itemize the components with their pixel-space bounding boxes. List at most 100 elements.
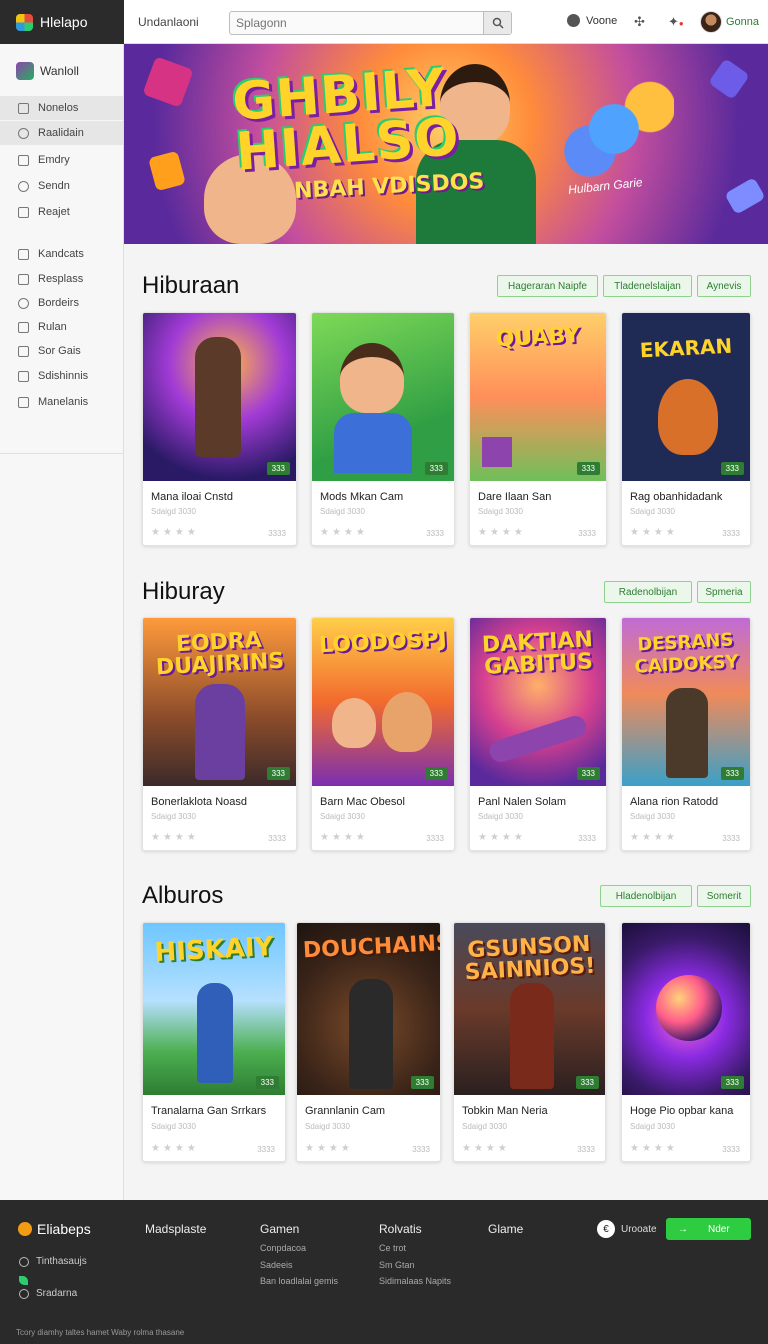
game-thumbnail: LOODOSPJ 333 (312, 618, 454, 786)
sidebar-item-label: Sendn (38, 180, 70, 192)
rating-badge: 333 (720, 1076, 744, 1089)
game-subtitle: Sdaigd 3030 (151, 507, 196, 516)
game-card[interactable]: QUABY 333 Dare Ilaan San Sdaigd 3030 ★★★… (469, 312, 607, 546)
home-icon (18, 102, 29, 114)
sidebar-item-nonelos[interactable]: Nonelos (0, 96, 123, 120)
rating-badge: 333 (576, 767, 600, 780)
voice-button[interactable]: Voone (567, 14, 617, 27)
star-rating-icon: ★★★★ (478, 527, 526, 538)
sidebar-item-bordeirs[interactable]: Bordeirs (0, 291, 123, 315)
search-input[interactable] (230, 12, 480, 34)
sidebar-item-label: Bordeirs (38, 297, 79, 309)
game-card[interactable]: 333 Mods Mkan Cam Sdaigd 3030 ★★★★ 3333 (311, 312, 455, 546)
game-title: Mana iloai Cnstd (151, 491, 233, 503)
footer-link[interactable]: Conpdacoa (260, 1243, 306, 1253)
filter-chip[interactable]: Spmeria (697, 581, 751, 603)
footer-link[interactable]: Sadeeis (260, 1260, 293, 1270)
game-title: Alana rion Ratodd (630, 796, 719, 808)
sidebar-header[interactable]: Wanloll (16, 62, 79, 80)
footer-option[interactable]: Tinthasaujs (19, 1256, 87, 1267)
character-figure (382, 692, 432, 752)
game-card[interactable]: DESRANS CAIDOKSY 333 Alana rion Ratodd S… (621, 617, 751, 851)
search-box[interactable] (229, 11, 512, 35)
filter-chip[interactable]: Radenolbijan (604, 581, 692, 603)
footer-link[interactable]: Ban loadlalai gemis (260, 1276, 338, 1286)
filter-chip[interactable]: Aynevis (697, 275, 751, 297)
sidebar-item-label: Emdry (38, 154, 70, 166)
footer-link[interactable]: Sidimalaas Napits (379, 1276, 451, 1286)
sidebar-header-label: Wanloll (40, 64, 79, 78)
game-title: Mods Mkan Cam (320, 491, 404, 503)
user-menu[interactable]: Gonna (700, 11, 759, 33)
game-card[interactable]: EKARAN 333 Rag obanhidadank Sdaigd 3030 … (621, 312, 751, 546)
grid-icon (18, 321, 29, 333)
sidebar-item-emdry[interactable]: Emdry (0, 148, 123, 172)
footer-link[interactable]: Ce trot (379, 1243, 406, 1253)
star-rating-icon: ★★★★ (320, 832, 368, 843)
game-thumbnail: DAKTIAN GABITUS 333 (470, 618, 606, 786)
rating-badge: 333 (255, 1076, 279, 1089)
game-subtitle: Sdaigd 3030 (478, 507, 523, 516)
hero-banner[interactable]: GHBILY HIALSO NBAH VDISDOS Hulbarn Garie (124, 44, 768, 244)
sidebar-item-rulan[interactable]: Rulan (0, 315, 123, 339)
decor-cube (482, 437, 512, 467)
star-rating-icon: ★★★★ (151, 527, 199, 538)
game-subtitle: Sdaigd 3030 (630, 812, 675, 821)
rating-badge: 333 (576, 462, 600, 475)
game-thumbnail: 333 (143, 313, 296, 481)
search-icon (492, 17, 504, 29)
gamepad-icon[interactable]: ✣ (634, 14, 645, 30)
decor-cube (724, 177, 766, 215)
game-card[interactable]: 333 Hoge Pio opbar kana Sdaigd 3030 ★★★★… (621, 922, 751, 1162)
game-card[interactable]: HISKAIY 333 Tranalarna Gan Srrkars Sdaig… (142, 922, 286, 1162)
sidebar-item-sor-gais[interactable]: Sor Gais (0, 339, 123, 363)
hero-title: GHBILY HIALSO (230, 58, 462, 183)
game-meta: 3333 (578, 529, 596, 538)
notification-icon[interactable]: ✦● (668, 14, 684, 30)
game-title: Panl Nalen Solam (478, 796, 567, 808)
leaf-icon (19, 1276, 28, 1285)
star-rating-icon: ★★★★ (305, 1143, 353, 1154)
sidebar-item-raalidain[interactable]: Raalidain (0, 121, 123, 145)
game-thumbnail: DESRANS CAIDOKSY 333 (622, 618, 750, 786)
section-title: Hiburay (142, 578, 225, 605)
filter-chip[interactable]: Hageraran Naipfe (497, 275, 598, 297)
footer-brand-name: Eliabeps (37, 1221, 91, 1237)
footer-link[interactable]: Sm Gtan (379, 1260, 415, 1270)
sidebar-item-reajet[interactable]: Reajet (0, 200, 123, 224)
footer-brand[interactable]: Eliabeps (18, 1221, 91, 1237)
character-figure (349, 979, 393, 1089)
sidebar-item-sendn[interactable]: Sendn (0, 174, 123, 198)
game-card[interactable]: 333 Mana iloai Cnstd Sdaigd 3030 ★★★★ 33… (142, 312, 297, 546)
game-card[interactable]: EODRA DUAJIRINS 333 Bonerlaklota Noasd S… (142, 617, 297, 851)
breadcrumb[interactable]: Undanlaoni (138, 15, 199, 29)
cta-button[interactable]: → Nder (666, 1218, 751, 1240)
game-meta: 3333 (268, 834, 286, 843)
sidebar-item-sdishinnis[interactable]: Sdishinnis (0, 364, 123, 388)
footer-option[interactable]: Sradarna (19, 1288, 77, 1299)
game-card[interactable]: DAKTIAN GABITUS 333 Panl Nalen Solam Sda… (469, 617, 607, 851)
app-brand[interactable]: Hlelapo (0, 0, 124, 44)
footer-column-heading: Glame (488, 1222, 524, 1236)
game-card[interactable]: GSUNSON SAINNIOS! 333 Tobkin Man Neria S… (453, 922, 606, 1162)
game-logo-text: GSUNSON SAINNIOS! (464, 931, 596, 986)
sidebar-item-label: Kandcats (38, 248, 84, 260)
home-icon (18, 396, 29, 408)
filter-chip[interactable]: Tladenelslaijan (603, 275, 692, 297)
game-card[interactable]: DOUCHAINS 333 Grannlanin Cam Sdaigd 3030… (296, 922, 441, 1162)
sidebar-item-kandcats[interactable]: Kandcats (0, 242, 123, 266)
filter-chip[interactable]: Somerit (697, 885, 751, 907)
character-figure (510, 983, 554, 1089)
star-rating-icon: ★★★★ (320, 527, 368, 538)
user-name: Gonna (726, 16, 760, 28)
footer-voice-button[interactable]: € Urooate (597, 1220, 657, 1238)
filter-chip[interactable]: Hladenolbijan (600, 885, 692, 907)
search-button[interactable] (483, 12, 511, 34)
rating-badge: 333 (410, 1076, 434, 1089)
footer-voice-label: Urooate (621, 1223, 657, 1235)
sidebar-item-manelanis[interactable]: Manelanis (0, 390, 123, 414)
sidebar-item-resplass[interactable]: Resplass (0, 267, 123, 291)
character-figure (197, 983, 233, 1083)
game-card[interactable]: LOODOSPJ 333 Barn Mac Obesol Sdaigd 3030… (311, 617, 455, 851)
orb-shape (656, 975, 722, 1041)
